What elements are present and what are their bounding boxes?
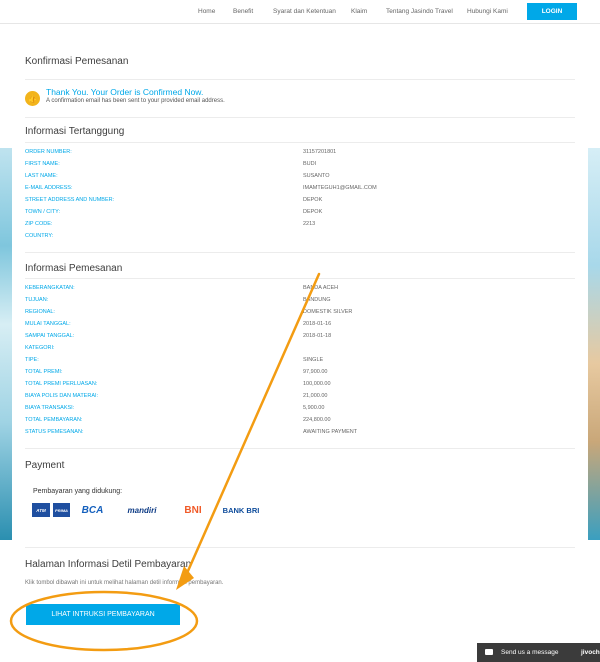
insured-value: 2213 [303, 221, 316, 227]
order-value: 97,900.00 [303, 369, 328, 375]
order-label: REGIONAL: [25, 309, 55, 315]
order-value: 21,000.00 [303, 393, 328, 399]
nav-syarat-ketentuan[interactable]: Syarat dan Ketentuan [273, 8, 336, 15]
login-button[interactable]: LOGIN [527, 3, 577, 20]
view-payment-instructions-button[interactable]: LIHAT INTRUKSI PEMBAYARAN [26, 604, 180, 625]
order-label: SAMPAI TANGGAL: [25, 333, 75, 339]
thumbs-up-icon: 👍 [25, 91, 40, 106]
divider [25, 448, 575, 449]
order-label: MULAI TANGGAL: [25, 321, 71, 327]
order-label: KATEGORI: [25, 345, 55, 351]
confirmation-subtext: A confirmation email has been sent to yo… [46, 98, 225, 104]
nav-benefit[interactable]: Benefit [233, 8, 253, 15]
order-value: 5,900.00 [303, 405, 325, 411]
chat-label: Send us a message [501, 649, 559, 656]
nav-klaim[interactable]: Klaim [351, 8, 367, 15]
mandiri-logo: mandiri [127, 505, 157, 515]
order-value: 2018-01-18 [303, 333, 332, 339]
order-label: BIAYA TRANSAKSI: [25, 405, 75, 411]
divider [25, 117, 575, 118]
insured-value: DEPOK [303, 197, 323, 203]
payment-supported-label: Pembayaran yang didukung: [33, 488, 123, 495]
order-label: TOTAL PREMI PERLUASAN: [25, 381, 98, 387]
order-title: Informasi Pemesanan [25, 263, 123, 274]
bca-logo: BCA [81, 504, 104, 516]
bri-logo: BANK BRI [222, 505, 260, 515]
order-value: BANDUNG [303, 297, 331, 303]
insured-label: LAST NAME: [25, 173, 58, 179]
order-label: TUJUAN: [25, 297, 49, 303]
atm-bersama-logo: ATM [32, 503, 50, 517]
background-image-right [588, 148, 600, 540]
order-value: DOMESTIK SILVER [303, 309, 353, 315]
nav-tentang[interactable]: Tentang Jasindo Travel [386, 8, 453, 15]
order-value: 100,000.00 [303, 381, 331, 387]
top-navigation: Home Benefit Syarat dan Ketentuan Klaim … [0, 0, 600, 24]
insured-value: BUDI [303, 161, 317, 167]
thank-you-heading: Thank You. Your Order is Confirmed Now. [46, 87, 204, 97]
order-value: AWAITING PAYMENT [303, 429, 358, 435]
order-label: STATUS PEMESANAN: [25, 429, 84, 435]
insured-label: E-MAIL ADDRESS: [25, 185, 73, 191]
insured-title: Informasi Tertanggung [25, 126, 125, 137]
insured-value: DEPOK [303, 209, 323, 215]
divider [25, 142, 575, 143]
background-image-left [0, 148, 12, 540]
order-value: 224,800.00 [303, 417, 331, 423]
confirmation-title: Konfirmasi Pemesanan [25, 56, 129, 67]
message-icon [485, 649, 493, 655]
nav-hubungi[interactable]: Hubungi Kami [467, 8, 508, 15]
prima-logo: PRIMA [53, 503, 70, 517]
order-label: KEBERANGKATAN: [25, 285, 75, 291]
chat-brand: jivochat [581, 649, 600, 656]
order-value: SINGLE [303, 357, 324, 363]
insured-value: IMAMTEGUH1@GMAIL.COM [303, 185, 377, 191]
insured-label: ZIP CODE: [25, 221, 53, 227]
payment-title: Payment [25, 460, 65, 471]
insured-value: SUSANTO [303, 173, 330, 179]
nav-home[interactable]: Home [198, 8, 215, 15]
payment-detail-note: Klik tombol dibawah ini untuk melihat ha… [25, 580, 224, 586]
insured-label: STREET ADDRESS AND NUMBER: [25, 197, 115, 203]
payment-detail-title: Halaman Informasi Detil Pembayaran [25, 559, 192, 570]
divider [25, 252, 575, 253]
insured-label: ORDER NUMBER: [25, 149, 72, 155]
insured-label: COUNTRY: [25, 233, 54, 239]
main-content: Konfirmasi Pemesanan 👍 Thank You. Your O… [12, 25, 588, 662]
order-label: TIPE: [25, 357, 39, 363]
order-label: TOTAL PEMBAYARAN: [25, 417, 83, 423]
order-label: BIAYA POLIS DAN MATERAI: [25, 393, 99, 399]
order-label: TOTAL PREMI: [25, 369, 63, 375]
insured-value: 31157201801 [303, 149, 337, 155]
insured-label: FIRST NAME: [25, 161, 60, 167]
divider [25, 79, 575, 80]
divider [25, 278, 575, 279]
order-value: 2018-01-16 [303, 321, 332, 327]
chat-widget[interactable]: Send us a message jivochat [477, 643, 600, 662]
bni-logo: BNI [184, 504, 202, 516]
order-value: BANDA ACEH [303, 285, 339, 291]
divider [25, 547, 575, 548]
insured-label: TOWN / CITY: [25, 209, 61, 215]
